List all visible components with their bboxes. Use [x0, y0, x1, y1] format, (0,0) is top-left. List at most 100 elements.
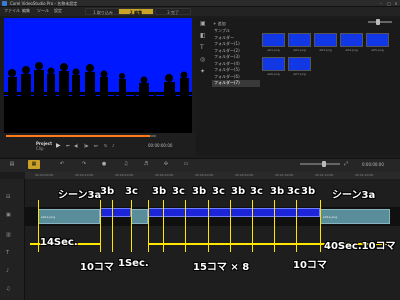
video-clip-strip[interactable] [148, 208, 320, 217]
media-thumbnail[interactable]: e07.png [288, 57, 311, 77]
media-thumbnail[interactable]: e01.png [262, 33, 285, 53]
menu-file[interactable]: ファイル [4, 8, 20, 14]
zoom-handle[interactable] [322, 161, 326, 167]
voice-track-icon[interactable]: ♪ [6, 268, 9, 274]
ruler-tick-label: 00:00:00:00 [35, 173, 54, 177]
folder-item-selected[interactable]: フォルダー(7) [212, 80, 260, 87]
motion-icon[interactable]: ✣ [160, 160, 172, 169]
mixer-icon[interactable]: ♫ [120, 160, 132, 169]
annotation-scene-left: シーン3a [58, 190, 102, 201]
video-clip-3c[interactable] [131, 209, 148, 224]
step-edit-tab[interactable]: 2 編集 [118, 8, 154, 15]
timeline-view-button[interactable]: ▦ [28, 160, 40, 169]
storyboard-view-button[interactable]: ▤ [6, 160, 18, 169]
annotation-clip-label: 3b [152, 186, 167, 197]
thumbnail-size-slider[interactable] [368, 21, 392, 23]
slider-handle[interactable] [376, 19, 380, 25]
close-button[interactable]: × [393, 1, 399, 6]
title-icon[interactable]: T [200, 44, 204, 51]
volume-icon[interactable]: ♪ [112, 143, 115, 148]
thumbnail-label: e07.png [293, 72, 306, 76]
media-thumbnail[interactable]: e03.png [314, 33, 337, 53]
annotation-clip-label: 3b [231, 186, 246, 197]
subtitle-icon[interactable]: ▭ [180, 160, 192, 169]
timeline-timecode[interactable]: 0:00:00:00 [362, 162, 384, 167]
add-folder-button[interactable]: + 追加 [213, 21, 226, 27]
forward-end-icon[interactable]: ⏭ [94, 143, 98, 148]
undo-icon[interactable]: ↶ [56, 160, 68, 169]
annotation-duration-10koma: 10コマ [80, 262, 114, 273]
minimize-button[interactable]: – [378, 1, 384, 6]
media-thumbnail[interactable]: e05.png [366, 33, 389, 53]
music-track-icon[interactable]: ♫ [6, 286, 10, 292]
timecode-display[interactable]: 00:00:00:00 [148, 143, 172, 148]
zoom-slider[interactable] [300, 163, 340, 165]
annotation-clip-label: 3b [192, 186, 207, 197]
step-number: 3 [167, 10, 170, 15]
add-folder-label: 追加 [217, 21, 226, 26]
annotation-scene-right: シーン3a [332, 190, 376, 201]
play-button[interactable]: ▶ [56, 142, 61, 149]
auto-music-icon[interactable]: ♬ [140, 160, 152, 169]
step-label: 取り込み [96, 10, 113, 15]
rewind-icon[interactable]: ⏮ [66, 143, 70, 148]
step-label: 完了 [170, 10, 179, 15]
annotation-duration-line [148, 243, 320, 245]
title-track-icon[interactable]: T [6, 250, 9, 256]
menu-tools[interactable]: ツール [37, 8, 49, 14]
step-number: 1 [93, 10, 96, 15]
menu-settings[interactable]: 設定 [54, 8, 62, 14]
maximize-button[interactable]: □ [386, 1, 392, 6]
lock-icon[interactable]: ⊟ [6, 194, 10, 200]
preview-window[interactable] [4, 18, 192, 133]
annotation-duration-1sec: 1Sec. [118, 258, 149, 269]
scrub-progress [6, 135, 150, 137]
step-forward-icon[interactable]: |▶ [84, 143, 88, 148]
repeat-icon[interactable]: ↻ [104, 143, 107, 148]
clip-filename: e01a.png [323, 215, 338, 219]
thumbnail-label: e06.png [267, 72, 280, 76]
thumbnail-label: e03.png [319, 48, 332, 52]
annotation-marker [100, 200, 101, 252]
thumbnail-label: e04.png [345, 48, 358, 52]
video-clip-scene-3a-end[interactable]: e01a.png [320, 209, 390, 224]
fit-project-icon[interactable]: ⤢ [344, 161, 348, 167]
video-clip-scene-3a[interactable]: e01a.png [38, 209, 100, 224]
annotation-clip-label: 3c [172, 186, 185, 197]
step-number: 2 [129, 10, 133, 15]
ruler-tick-label: 00:00:40:00 [195, 173, 214, 177]
ruler-tick-label: 00:00:20:00 [115, 173, 134, 177]
step-label: 編集 [134, 10, 143, 15]
media-thumbnail[interactable]: e06.png [262, 57, 285, 77]
ruler-tick-label: 00:00:30:00 [155, 173, 174, 177]
clip-label[interactable]: Clip [36, 146, 44, 151]
ruler-tick-label: 00:00:10:00 [75, 173, 94, 177]
graphic-icon[interactable]: ◎ [200, 56, 205, 63]
annotation-clip-label: 3b [270, 186, 285, 197]
annotation-duration-15koma: 15コマ × 8 [193, 262, 250, 273]
video-track-icon[interactable]: ▣ [6, 212, 11, 218]
annotation-clip-label: 3b [301, 186, 316, 197]
track-headers [0, 179, 25, 300]
redo-icon[interactable]: ↷ [78, 160, 90, 169]
silhouette-crowd-image [4, 18, 192, 133]
folder-list: サンプル フォルダー フォルダー(1) フォルダー(2) フォルダー(3) フォ… [212, 28, 260, 148]
step-capture-tab[interactable]: 1 取り込み [85, 8, 121, 15]
media-thumbnail[interactable]: e04.png [340, 33, 363, 53]
menu-edit[interactable]: 編集 [22, 8, 30, 14]
media-icon[interactable]: ▣ [200, 20, 206, 27]
app-icon [2, 1, 7, 6]
media-thumbnail[interactable]: e02.png [288, 33, 311, 53]
ruler-tick-label: 00:01:10:00 [315, 173, 334, 177]
transition-icon[interactable]: ◧ [200, 32, 206, 39]
annotation-duration-left: 14Sec. [40, 237, 78, 248]
annotation-duration-right: 40Sec.10コマ [324, 241, 396, 252]
step-share-tab[interactable]: 3 完了 [155, 8, 191, 15]
video-clip[interactable] [100, 208, 131, 217]
overlay-track-icon[interactable]: ▥ [6, 232, 11, 238]
thumbnail-label: e02.png [293, 48, 306, 52]
record-icon[interactable]: ● [98, 160, 110, 169]
step-back-icon[interactable]: ◀| [74, 143, 78, 148]
filter-icon[interactable]: ✦ [200, 68, 205, 75]
annotation-clip-label: 3c [287, 186, 300, 197]
